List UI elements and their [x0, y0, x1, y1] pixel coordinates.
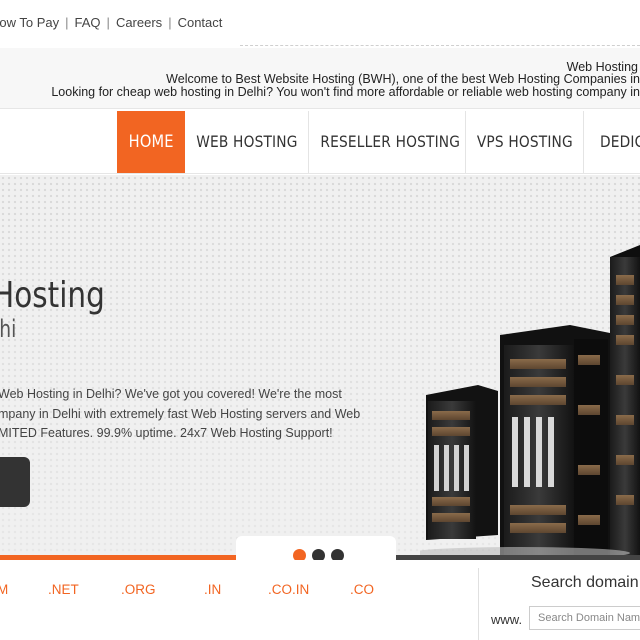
nav-item-home[interactable]: HOME	[117, 111, 185, 173]
divider	[240, 45, 640, 46]
nav-item-reseller-hosting[interactable]: RESELLER HOSTING	[309, 111, 466, 173]
nav-item-vps-hosting[interactable]: VPS HOSTING	[466, 111, 584, 173]
server-racks-image	[420, 245, 640, 557]
www-label: www.	[491, 612, 523, 627]
hero-title: Hosting	[0, 275, 105, 316]
domain-search-box: Search domain www.	[478, 568, 640, 640]
separator: |	[106, 15, 110, 30]
separator: |	[65, 15, 69, 30]
tld-net[interactable]: .NET	[48, 582, 79, 597]
link-careers[interactable]: Careers	[116, 15, 162, 30]
tld-co[interactable]: .CO	[350, 582, 374, 597]
link-how-to-pay[interactable]: How To Pay	[0, 15, 59, 30]
top-links-bar: How To Pay | FAQ | Careers | Contact	[0, 0, 640, 46]
link-faq[interactable]: FAQ	[75, 15, 101, 30]
domain-search-title: Search domain	[531, 574, 639, 591]
tld-com[interactable]: M	[0, 582, 8, 597]
tld-org[interactable]: .ORG	[121, 582, 156, 597]
nav-label: RESELLER HOSTING	[320, 132, 461, 151]
nav-item-dedicated[interactable]: DEDICA	[584, 111, 640, 173]
hero-description: Web Hosting in Delhi? We've got you cove…	[0, 387, 361, 440]
welcome-banner: Web Hosting Welcome to Best Website Host…	[0, 48, 640, 108]
top-links: How To Pay | FAQ | Careers | Contact	[0, 15, 222, 30]
hero-cta-button[interactable]	[0, 457, 30, 507]
nav-label: HOME	[128, 132, 174, 152]
link-contact[interactable]: Contact	[178, 15, 223, 30]
hero-banner: Hosting lhi Web Hosting in Delhi? We've …	[0, 175, 640, 557]
main-nav: HOME WEB HOSTING RESELLER HOSTING VPS HO…	[0, 108, 640, 174]
tld-in[interactable]: .IN	[204, 582, 221, 597]
hero-subtitle: lhi	[0, 315, 17, 343]
nav-label: VPS HOSTING	[476, 132, 573, 151]
welcome-text: Welcome to Best Website Hosting (BWH), o…	[166, 72, 640, 86]
domain-section: M .NET .ORG .IN .CO.IN .CO Search domain…	[0, 560, 640, 640]
welcome-text-2: Looking for cheap web hosting in Delhi? …	[51, 85, 640, 99]
nav-label: WEB HOSTING	[195, 132, 298, 151]
tld-co-in[interactable]: .CO.IN	[268, 582, 309, 597]
domain-search-input[interactable]	[529, 606, 640, 630]
nav-label: DEDICA	[600, 132, 640, 151]
nav-item-web-hosting[interactable]: WEB HOSTING	[185, 111, 309, 173]
separator: |	[168, 15, 172, 30]
